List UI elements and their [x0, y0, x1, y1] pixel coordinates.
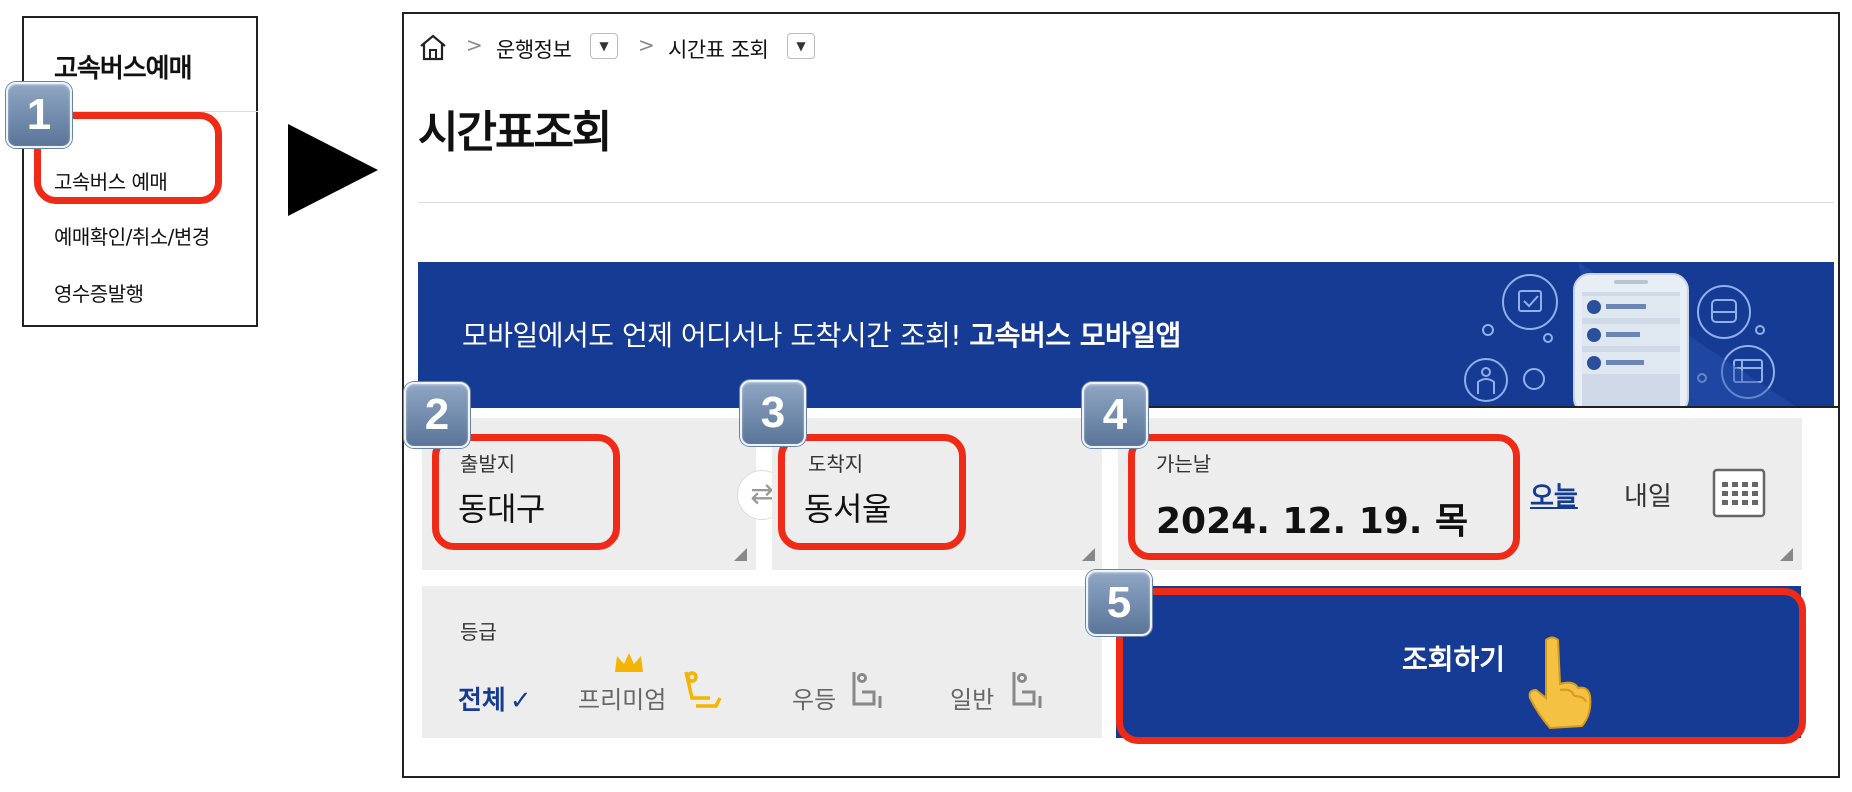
- grade-option-excellent[interactable]: 우등: [792, 680, 836, 715]
- title-divider: [418, 202, 1834, 203]
- menu-item-receipt[interactable]: 영수증발행: [54, 278, 144, 307]
- left-menu-title: 고속버스예매: [54, 54, 193, 84]
- breadcrumb-level1[interactable]: 운행정보: [496, 34, 572, 64]
- grade-option-premium-label: 프리미엄: [578, 686, 667, 714]
- corner-indicator: [1780, 548, 1793, 561]
- grade-option-excellent-label: 우등: [792, 686, 837, 714]
- step-badge-3: 3: [740, 380, 806, 446]
- home-icon[interactable]: [418, 32, 448, 62]
- highlight-departure: [432, 434, 620, 550]
- highlight-date: [1128, 434, 1520, 560]
- banner-text-bold: 고속버스 모바일앱: [969, 319, 1181, 352]
- breadcrumb-separator: >: [638, 33, 655, 57]
- grade-option-all-label: 전체: [458, 686, 506, 716]
- crown-icon: [615, 653, 643, 672]
- grade-label: 등급: [460, 620, 497, 644]
- seat-icon: [684, 671, 722, 708]
- highlight-arrival: [778, 434, 966, 550]
- step-badge-5: 5: [1086, 570, 1152, 636]
- highlight-search-button: [1116, 588, 1806, 744]
- check-icon: ✓: [509, 686, 532, 716]
- menu-item-booking-check[interactable]: 예매확인/취소/변경: [54, 221, 210, 250]
- banner-text: 모바일에서도 언제 어디서나 도착시간 조회! 고속버스 모바일앱: [462, 314, 1181, 354]
- step-badge-4: 4: [1082, 382, 1148, 448]
- banner-text-normal: 모바일에서도 언제 어디서나 도착시간 조회!: [462, 319, 962, 352]
- grade-option-premium[interactable]: 프리미엄: [578, 680, 666, 715]
- corner-indicator: [1082, 548, 1095, 561]
- mobile-app-illustration: [1464, 262, 1798, 408]
- breadcrumb-level2-dropdown[interactable]: ▼: [787, 33, 815, 59]
- page-title: 시간표조회: [418, 107, 612, 158]
- corner-indicator: [734, 548, 747, 561]
- calendar-icon[interactable]: [1712, 468, 1766, 518]
- today-button[interactable]: 오늘: [1530, 476, 1578, 513]
- breadcrumb-level2[interactable]: 시간표 조회: [668, 34, 769, 64]
- grade-option-general[interactable]: 일반: [950, 680, 994, 715]
- step-badge-2: 2: [404, 382, 470, 448]
- arrow-right-icon: [288, 124, 378, 216]
- grade-field: 등급 전체 ✓ 프리미엄 우등 일반: [422, 586, 1102, 738]
- seat-icon: [852, 672, 882, 708]
- breadcrumb-separator: >: [466, 33, 483, 57]
- step-badge-1: 1: [6, 82, 72, 148]
- seat-icon: [1012, 672, 1042, 708]
- breadcrumb-level1-dropdown[interactable]: ▼: [590, 33, 618, 59]
- section-divider: [1093, 406, 1840, 408]
- grade-option-general-label: 일반: [950, 686, 995, 714]
- grade-option-all[interactable]: 전체 ✓: [458, 680, 532, 717]
- tomorrow-button[interactable]: 내일: [1624, 476, 1672, 513]
